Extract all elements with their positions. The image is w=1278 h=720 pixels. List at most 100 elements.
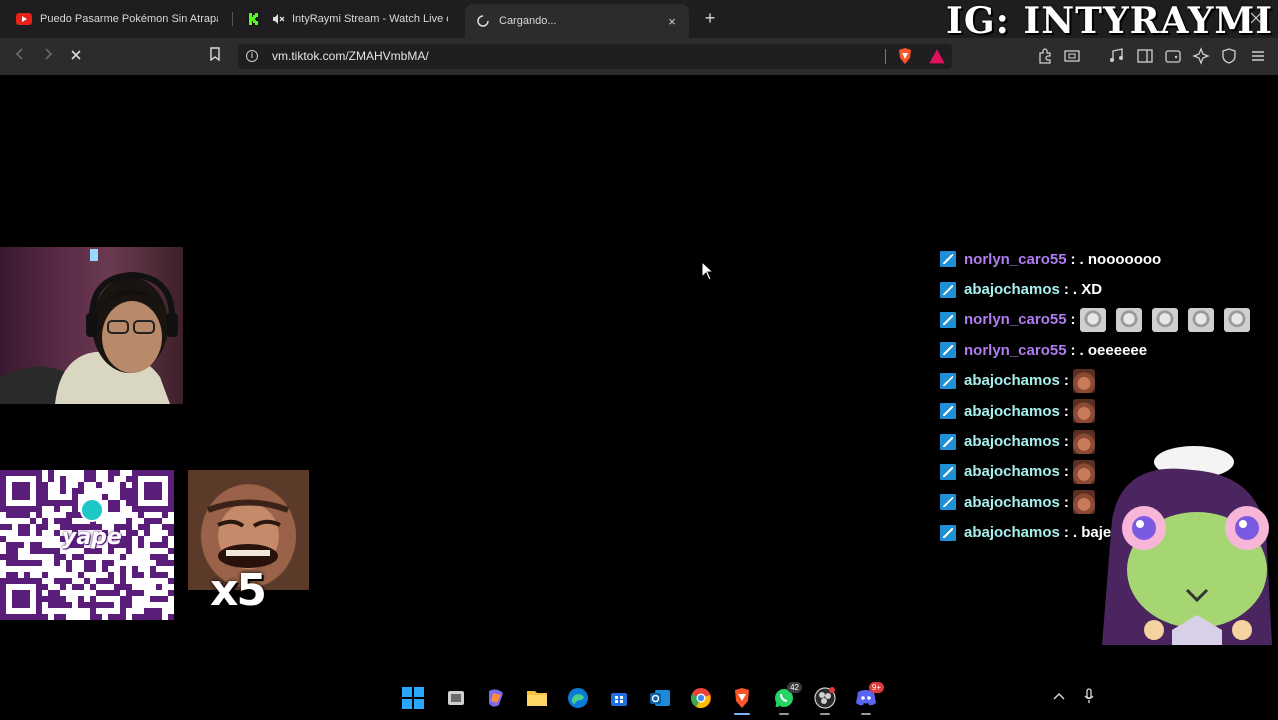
qr-module [42, 596, 48, 602]
edge-button[interactable] [566, 686, 590, 710]
chat-text: . nooooooo [1079, 250, 1162, 268]
tab-youtube[interactable]: Puedo Pasarme Pokémon Sin Atrapar [6, 4, 228, 34]
qr-module [66, 500, 72, 506]
stop-loading-button[interactable] [66, 46, 86, 66]
qr-module [24, 560, 30, 566]
chat-username[interactable]: abajochamos [964, 281, 1060, 298]
qr-module [36, 512, 42, 518]
qr-module [72, 500, 78, 506]
qr-module [126, 548, 132, 554]
chevron-up-icon [1053, 693, 1065, 700]
qr-module [132, 530, 138, 536]
qr-module [144, 614, 150, 620]
whatsapp-button[interactable]: 42 [772, 682, 802, 715]
tab-loading[interactable]: Cargando... × [465, 4, 689, 38]
file-explorer-button[interactable] [525, 686, 549, 710]
sidebar-icon[interactable] [1136, 47, 1154, 65]
qr-module [60, 584, 66, 590]
microphone-button[interactable] [1080, 688, 1098, 707]
screenshot-icon[interactable] [1063, 47, 1081, 65]
forward-button[interactable] [38, 46, 58, 66]
tab-kick[interactable]: IntyRaymi Stream - Watch Live on [236, 4, 458, 34]
qr-module [114, 590, 120, 596]
tab-divider [232, 12, 233, 26]
brave-rewards-icon[interactable] [928, 48, 946, 66]
obs-button[interactable] [813, 686, 837, 715]
qr-module [120, 602, 126, 608]
leo-ai-icon[interactable] [1192, 47, 1210, 65]
discord-button[interactable]: 9+ [854, 682, 884, 715]
qr-module [12, 572, 18, 578]
back-button[interactable] [10, 46, 30, 66]
qr-module [114, 614, 120, 620]
qr-module [18, 512, 24, 518]
store-button[interactable] [607, 686, 631, 710]
chat-username[interactable]: norlyn_caro55 [964, 342, 1067, 359]
qr-module [132, 614, 138, 620]
chat-username[interactable]: abajochamos [964, 372, 1060, 389]
sub-badge-icon [940, 342, 956, 359]
menu-icon[interactable] [1249, 47, 1267, 65]
qr-module [66, 578, 72, 584]
chat-username[interactable]: abajochamos [964, 403, 1060, 420]
chat-text: . oeeeeee [1079, 341, 1148, 359]
qr-module [30, 560, 36, 566]
qr-module [162, 542, 168, 548]
qr-module [108, 590, 114, 596]
qr-module [150, 566, 156, 572]
close-window-icon[interactable] [1250, 12, 1262, 24]
chrome-button[interactable] [689, 686, 713, 710]
qr-module [54, 506, 60, 512]
chat-username[interactable]: abajochamos [964, 463, 1060, 480]
discord-badge: 9+ [868, 682, 884, 693]
chat-colon: : [1063, 463, 1069, 481]
chat-username[interactable]: abajochamos [964, 433, 1060, 450]
qr-module [162, 596, 168, 602]
muted-speaker-icon[interactable] [270, 11, 286, 27]
task-view-button[interactable] [444, 686, 468, 710]
qr-module [162, 512, 168, 518]
qr-module [72, 494, 78, 500]
qr-module [48, 548, 54, 554]
start-button[interactable] [401, 686, 425, 710]
media-controls-icon[interactable] [1108, 47, 1126, 65]
chat-username[interactable]: norlyn_caro55 [964, 311, 1067, 328]
qr-module [96, 482, 102, 488]
sub-badge-icon [940, 494, 956, 511]
url-text[interactable]: vm.tiktok.com/ZMAHVmbMA/ [272, 49, 429, 63]
chat-colon: : [1063, 402, 1069, 420]
qr-module [156, 518, 162, 524]
wallet-icon[interactable] [1164, 47, 1182, 65]
qr-module [162, 572, 168, 578]
qr-module [162, 560, 168, 566]
sub-badge-icon [940, 524, 956, 541]
close-tab-icon[interactable]: × [665, 14, 679, 29]
qr-module [54, 596, 60, 602]
qr-module [72, 506, 78, 512]
extensions-icon[interactable] [1036, 47, 1054, 65]
vpn-shield-icon[interactable] [1220, 47, 1238, 65]
address-bar[interactable]: i vm.tiktok.com/ZMAHVmbMA/ [238, 44, 952, 69]
bookmark-button[interactable] [205, 46, 225, 66]
chat-username[interactable]: abajochamos [964, 494, 1060, 511]
qr-module [108, 602, 114, 608]
chat-username[interactable]: norlyn_caro55 [964, 251, 1067, 268]
qr-finder [132, 470, 174, 512]
show-hidden-icons-button[interactable] [1050, 688, 1068, 703]
qr-module [156, 596, 162, 602]
new-tab-button[interactable]: + [700, 8, 720, 28]
qr-module [126, 536, 132, 542]
yape-coin-icon [80, 498, 104, 522]
kick-icon [246, 11, 262, 27]
brave-button[interactable] [730, 686, 754, 715]
edge-icon [568, 688, 588, 708]
qr-module [24, 530, 30, 536]
site-info-icon[interactable]: i [246, 50, 258, 62]
outlook-button[interactable] [648, 686, 672, 710]
qr-module [156, 554, 162, 560]
active-app-indicator [734, 713, 750, 715]
brave-shields-icon[interactable] [896, 47, 914, 65]
copilot-button[interactable] [484, 686, 508, 710]
qr-module [84, 566, 90, 572]
chat-username[interactable]: abajochamos [964, 524, 1060, 541]
